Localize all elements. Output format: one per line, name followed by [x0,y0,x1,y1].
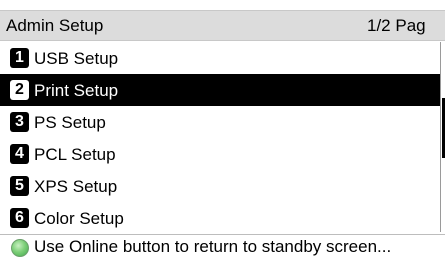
number-badge: 6 [10,208,29,228]
menu-item-label: PCL Setup [34,145,116,164]
menu-item-label: Color Setup [34,209,124,228]
menu-item-print-setup[interactable]: 2 Print Setup [0,74,445,106]
menu-item-pcl-setup[interactable]: 4 PCL Setup [0,138,445,170]
footer-hint-text: Use Online button to return to standby s… [34,237,392,256]
menu-item-xps-setup[interactable]: 5 XPS Setup [0,170,445,202]
menu-item-label: Print Setup [34,81,119,100]
footer-hint-bar: Use Online button to return to standby s… [0,234,445,257]
menu-item-color-setup[interactable]: 6 Color Setup [0,202,445,234]
menu-item-ps-setup[interactable]: 3 PS Setup [0,106,445,138]
number-badge: 5 [10,176,29,196]
number-badge: 4 [10,144,29,164]
online-led-icon [11,239,29,257]
setup-menu: 1 USB Setup 2 Print Setup 3 PS Setup 4 P… [0,42,445,234]
title-bar: Admin Setup 1/2 Pag [0,10,445,41]
scrollbar[interactable] [440,42,445,232]
menu-item-label: USB Setup [34,49,119,68]
printer-panel-screen: Admin Setup 1/2 Pag 1 USB Setup 2 Print … [0,0,445,257]
page-indicator: 1/2 Pag [367,16,426,35]
number-badge: 3 [10,112,29,132]
number-badge: 2 [10,80,29,100]
menu-item-label: PS Setup [34,113,106,132]
menu-item-usb-setup[interactable]: 1 USB Setup [0,42,445,74]
menu-item-label: XPS Setup [34,177,118,196]
number-badge: 1 [10,48,29,68]
page-title: Admin Setup [6,16,104,35]
